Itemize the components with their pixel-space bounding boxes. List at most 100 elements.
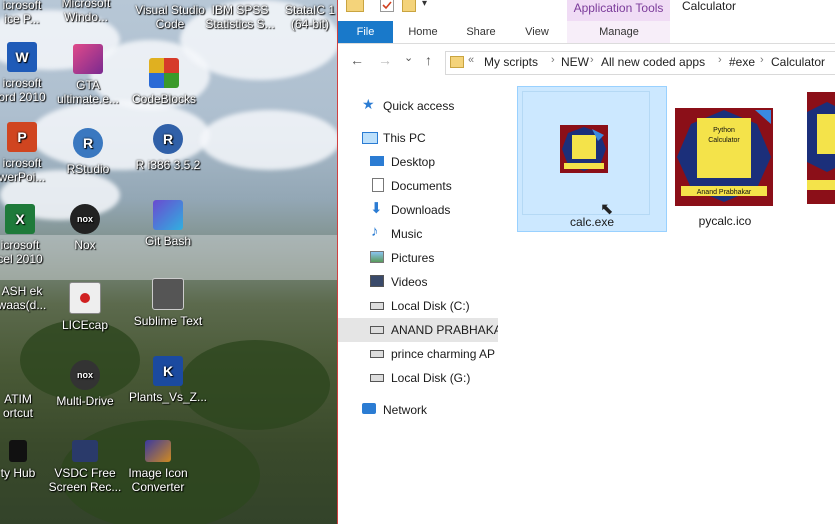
up-button[interactable]: ↑ (425, 52, 432, 68)
desktop-icon-microsoft-windows[interactable]: Microsoft Windo... (46, 0, 126, 24)
back-button[interactable]: ← (350, 52, 364, 68)
drive-icon (370, 374, 384, 382)
desktop-icon-label: ty Hub (0, 466, 36, 480)
desktop-icon-label: IBM SPSS Statistics S... (205, 3, 275, 31)
breadcrumb-item[interactable]: All new coded apps (601, 55, 705, 69)
properties-icon[interactable] (380, 0, 394, 12)
customize-toolbar-icon[interactable]: ▾ (422, 0, 438, 12)
nav-music[interactable]: ♪ Music (338, 222, 500, 246)
rstudio-icon: R (73, 128, 103, 158)
tab-view[interactable]: View (514, 21, 560, 43)
desktop-icon-label: Multi-Drive (56, 394, 114, 408)
desktop-icon-label: icrosoft ice P... (2, 0, 42, 26)
nav-label: ANAND PRABHAKAR (391, 323, 498, 337)
breadcrumb-item[interactable]: Calculator (771, 55, 825, 69)
unity-icon (9, 440, 27, 462)
file-item-partial[interactable] (805, 86, 835, 230)
file-name: pycalc.ico (698, 214, 752, 228)
breadcrumb-item[interactable]: My scripts (484, 55, 538, 69)
navigation-pane: ★ Quick access This PC Desktop Documents… (338, 80, 500, 524)
file-item-pycalc-ico[interactable]: Python Calculator Anand Prabhakar pycalc… (671, 86, 801, 230)
breadcrumb-item[interactable]: #exe (729, 55, 755, 69)
tab-share[interactable]: Share (458, 21, 504, 43)
nav-pictures[interactable]: Pictures (338, 246, 500, 270)
nav-label: Local Disk (G:) (391, 371, 471, 385)
gta-icon (73, 44, 103, 74)
tab-home[interactable]: Home (400, 21, 446, 43)
nav-desktop[interactable]: Desktop (338, 150, 500, 174)
drive-icon (370, 350, 384, 358)
licecap-icon (69, 282, 101, 314)
desktop-icon-label: ATIM ortcut (2, 392, 33, 420)
desktop-icon-git-bash[interactable]: Git Bash (128, 200, 208, 248)
window-title: Calculator (682, 0, 737, 13)
desktop-icon-stata[interactable]: StataIC 1 (64-bit) (270, 3, 337, 31)
nav-this-pc[interactable]: This PC (338, 126, 500, 150)
desktop-icon-multi-drive[interactable]: nox Multi-Drive (45, 360, 125, 408)
r-icon: R (153, 124, 183, 154)
nav-label: Local Disk (C:) (391, 299, 470, 313)
computer-icon (362, 132, 378, 144)
file-icon (807, 92, 835, 204)
address-bar[interactable]: « My scripts › NEW › All new coded apps … (445, 51, 835, 75)
word-icon: W (7, 42, 37, 72)
desktop-icon-label: Nox (74, 238, 96, 252)
svg-text:Calculator: Calculator (708, 137, 740, 144)
breadcrumb-separator: › (590, 54, 594, 66)
forward-button[interactable]: → (378, 52, 392, 68)
nav-local-disk-c[interactable]: Local Disk (C:) (338, 294, 500, 318)
desktop-icon-licecap[interactable]: LICEcap (45, 282, 125, 332)
new-folder-icon[interactable] (402, 0, 416, 12)
nav-downloads[interactable]: ⬇ Downloads (338, 198, 500, 222)
pycalc-ico-icon: Python Calculator Anand Prabhakar (675, 108, 773, 206)
desktop-icon-plants-vs-zombies[interactable]: K Plants_Vs_Z... (128, 356, 208, 404)
desktop-icon-vsdc[interactable]: VSDC Free Screen Rec... (45, 440, 125, 494)
desktop-icon-vscode[interactable]: Visual Studio Code (130, 3, 210, 31)
calc-exe-icon (560, 125, 608, 173)
nav-label: Downloads (391, 203, 451, 217)
desktop-icon-label: icrosoft ord 2010 (0, 76, 46, 104)
tab-manage[interactable]: Manage (592, 21, 646, 43)
desktop-icon-gta[interactable]: GTA ultimate.e... (48, 44, 128, 106)
breadcrumb-overflow[interactable]: « (468, 54, 474, 66)
star-icon: ★ (362, 96, 375, 112)
desktop-icon-nox[interactable]: nox Nox (45, 204, 125, 252)
breadcrumb-separator: › (551, 54, 555, 66)
desktop-icon-sublime[interactable]: Sublime Text (128, 278, 208, 328)
desktop-icon-label: Image Icon Converter (128, 466, 188, 494)
nav-network[interactable]: Network (338, 398, 500, 422)
codeblocks-icon (149, 58, 179, 88)
desktop-icon-label: ASH ek waas(d... (0, 284, 47, 312)
nav-quick-access[interactable]: ★ Quick access (338, 94, 500, 118)
tab-file[interactable]: File (338, 21, 393, 43)
desktop-icon-label: CodeBlocks (131, 92, 197, 106)
application-tools-label: Application Tools (567, 0, 670, 21)
desktop-icon-label: Microsoft Windo... (61, 0, 111, 24)
desktop-icon-spss[interactable]: IBM SPSS Statistics S... (200, 3, 280, 31)
file-item-calc-exe[interactable]: ⬉ calc.exe (517, 86, 667, 232)
drive-icon (370, 326, 384, 334)
title-bar: ▾ Application Tools Calculator (338, 0, 835, 21)
desktop-icon-label: Plants_Vs_Z... (128, 390, 208, 404)
nav-local-disk-g[interactable]: Local Disk (G:) (338, 366, 500, 390)
nav-videos[interactable]: Videos (338, 270, 500, 294)
multi-drive-icon: nox (70, 360, 100, 390)
address-row: ← → ⌄ ↑ « My scripts › NEW › All new cod… (338, 44, 835, 78)
desktop-icon-rstudio[interactable]: R RStudio (48, 128, 128, 176)
documents-icon (372, 178, 384, 192)
nav-anand-prabhakar[interactable]: ANAND PRABHAKAR (338, 318, 498, 342)
desktop-icon-image-icon-converter[interactable]: Image Icon Converter (118, 440, 198, 494)
nav-label: Pictures (391, 251, 435, 265)
breadcrumb-item[interactable]: NEW (561, 55, 589, 69)
nav-label: Documents (391, 179, 452, 193)
desktop-icon-codeblocks[interactable]: CodeBlocks (124, 58, 204, 106)
network-icon (362, 403, 376, 414)
desktop-icon-r-i386[interactable]: R R i386 3.5.2 (128, 124, 208, 172)
recent-locations-button[interactable]: ⌄ (404, 51, 413, 64)
pictures-icon (370, 251, 384, 263)
svg-text:Python: Python (713, 127, 735, 134)
nav-documents[interactable]: Documents (338, 174, 500, 198)
file-name: calc.exe (569, 215, 615, 229)
nav-prince-charming[interactable]: prince charming AP (338, 342, 500, 366)
vsdc-icon (72, 440, 98, 462)
